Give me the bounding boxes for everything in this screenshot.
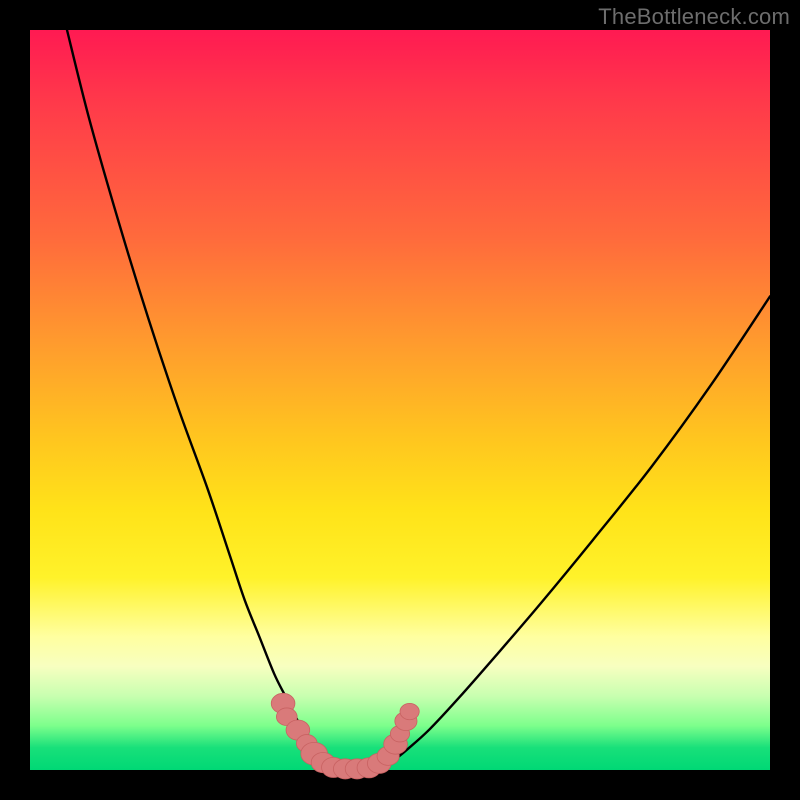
plot-area [30,30,770,770]
curve-marker [400,703,419,719]
curve-layer [30,30,770,770]
chart-frame: TheBottleneck.com [0,0,800,800]
watermark-text: TheBottleneck.com [598,4,790,30]
bottleneck-curve [67,30,770,770]
curve-markers [271,693,419,779]
